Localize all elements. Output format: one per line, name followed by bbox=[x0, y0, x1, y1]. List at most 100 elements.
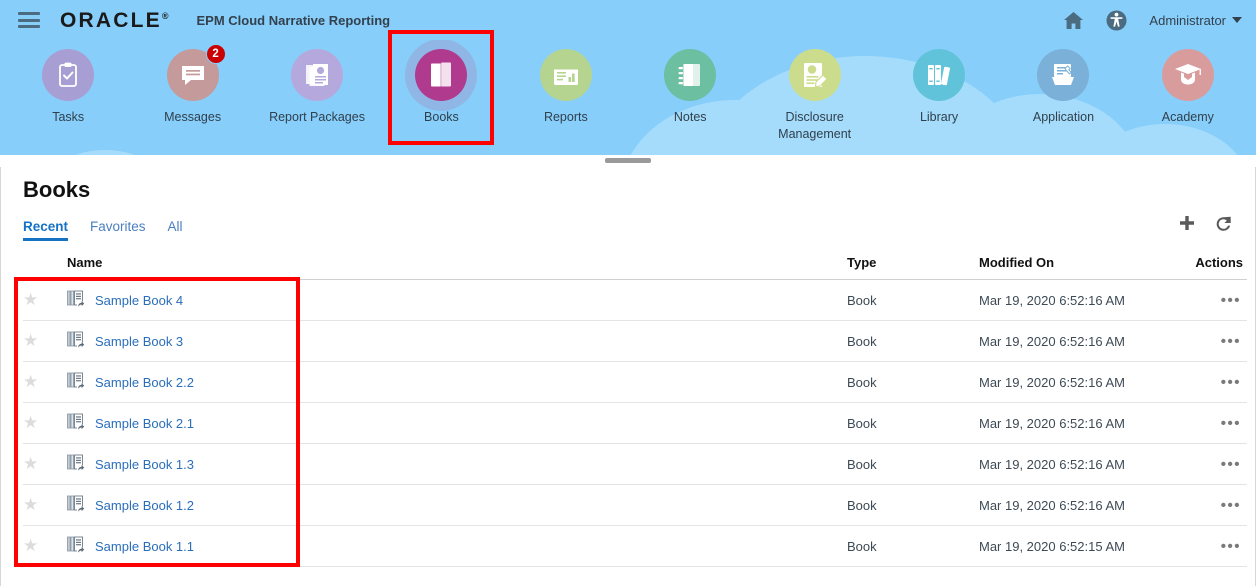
row-actions-menu-button[interactable]: ••• bbox=[1221, 415, 1241, 432]
book-name-link[interactable]: Sample Book 1.2 bbox=[95, 498, 194, 513]
nav-item-list: Tasks 2 Messages Report Packages Books R… bbox=[0, 40, 1256, 155]
type-cell: Book bbox=[847, 361, 979, 403]
type-cell: Book bbox=[847, 484, 979, 526]
add-button[interactable] bbox=[1178, 215, 1196, 233]
table-row[interactable]: ★ Sample Book 1.3 Book Mar 19, 2020 6:52… bbox=[23, 443, 1247, 485]
tab-recent[interactable]: Recent bbox=[23, 219, 69, 241]
table-row[interactable]: ★ Sample Book 2.2 Book Mar 19, 2020 6:52… bbox=[23, 361, 1247, 403]
favorite-cell: ★ bbox=[23, 484, 67, 526]
row-actions-menu-button[interactable]: ••• bbox=[1221, 333, 1241, 350]
row-actions-menu-button[interactable]: ••• bbox=[1221, 497, 1241, 514]
actions-cell: ••• bbox=[1175, 484, 1247, 526]
report-page-icon bbox=[539, 49, 592, 101]
actions-cell: ••• bbox=[1175, 525, 1247, 567]
oracle-logo: ORACLE® bbox=[60, 10, 169, 31]
refresh-button[interactable] bbox=[1214, 215, 1233, 233]
nav-item-application[interactable]: Application bbox=[1001, 40, 1125, 126]
book-shortcut-icon bbox=[67, 290, 86, 311]
book-shortcut-icon bbox=[67, 536, 86, 557]
panel-drag-zone bbox=[0, 155, 1256, 167]
panel-drag-handle[interactable] bbox=[605, 158, 651, 163]
table-header-row: Name Type Modified On Actions bbox=[23, 255, 1247, 280]
column-header-actions: Actions bbox=[1175, 255, 1247, 280]
notification-badge: 2 bbox=[205, 44, 226, 64]
nav-item-tasks[interactable]: Tasks bbox=[6, 40, 130, 126]
nav-item-messages[interactable]: 2 Messages bbox=[130, 40, 254, 126]
favorite-star-icon[interactable]: ★ bbox=[23, 372, 38, 392]
name-cell: Sample Book 3 bbox=[67, 320, 847, 362]
favorite-cell: ★ bbox=[23, 525, 67, 567]
registered-mark: ® bbox=[161, 10, 169, 21]
nav-item-books[interactable]: Books bbox=[379, 40, 503, 126]
nav-item-label: Application bbox=[1032, 110, 1095, 124]
row-actions-menu-button[interactable]: ••• bbox=[1221, 538, 1241, 555]
column-header-modified-on: Modified On bbox=[979, 255, 1175, 280]
nav-item-label: Academy bbox=[1161, 110, 1214, 124]
actions-cell: ••• bbox=[1175, 361, 1247, 403]
books-toolbar bbox=[1178, 215, 1233, 233]
speech-bubble-icon: 2 bbox=[166, 44, 226, 101]
name-cell: Sample Book 1.2 bbox=[67, 484, 847, 526]
favorite-star-icon[interactable]: ★ bbox=[23, 290, 38, 310]
tab-favorites[interactable]: Favorites bbox=[90, 219, 146, 241]
type-cell: Book bbox=[847, 402, 979, 444]
name-cell: Sample Book 1.3 bbox=[67, 443, 847, 485]
oracle-wordmark: ORACLE bbox=[60, 8, 162, 32]
accessibility-icon[interactable] bbox=[1106, 10, 1127, 31]
modified-on-cell: Mar 19, 2020 6:52:15 AM bbox=[979, 525, 1175, 567]
table-row[interactable]: ★ Sample Book 1.1 Book Mar 19, 2020 6:52… bbox=[23, 525, 1247, 567]
row-actions-menu-button[interactable]: ••• bbox=[1221, 292, 1241, 309]
book-name-link[interactable]: Sample Book 2.1 bbox=[95, 416, 194, 431]
table-row[interactable]: ★ Sample Book 4 Book Mar 19, 2020 6:52:1… bbox=[23, 279, 1247, 321]
column-header-favorite bbox=[23, 255, 67, 280]
actions-cell: ••• bbox=[1175, 320, 1247, 362]
app-header: ORACLE® EPM Cloud Narrative Reporting Ad… bbox=[0, 0, 1256, 40]
home-icon[interactable] bbox=[1063, 11, 1084, 30]
column-header-name: Name bbox=[67, 255, 847, 280]
book-name-link[interactable]: Sample Book 1.1 bbox=[95, 539, 194, 554]
row-actions-menu-button[interactable]: ••• bbox=[1221, 456, 1241, 473]
books-table-body: ★ Sample Book 4 Book Mar 19, 2020 6:52:1… bbox=[23, 279, 1247, 567]
user-menu[interactable]: Administrator bbox=[1149, 13, 1242, 28]
application-gear-icon bbox=[1037, 49, 1090, 101]
name-cell: Sample Book 2.1 bbox=[67, 402, 847, 444]
name-cell: Sample Book 2.2 bbox=[67, 361, 847, 403]
favorite-cell: ★ bbox=[23, 361, 67, 403]
book-shortcut-icon bbox=[67, 331, 86, 352]
book-name-link[interactable]: Sample Book 3 bbox=[95, 334, 183, 349]
hamburger-menu-icon[interactable] bbox=[18, 12, 40, 28]
nav-item-disclosure-management[interactable]: Disclosure Management bbox=[752, 40, 876, 143]
nav-item-library[interactable]: Library bbox=[877, 40, 1001, 126]
books-tabs: Recent Favorites All bbox=[23, 219, 1233, 241]
modified-on-cell: Mar 19, 2020 6:52:16 AM bbox=[979, 443, 1175, 485]
nav-item-label: Books bbox=[424, 110, 459, 124]
table-row[interactable]: ★ Sample Book 3 Book Mar 19, 2020 6:52:1… bbox=[23, 320, 1247, 362]
favorite-cell: ★ bbox=[23, 279, 67, 321]
book-name-link[interactable]: Sample Book 4 bbox=[95, 293, 183, 308]
notebook-icon bbox=[664, 49, 717, 101]
books-icon bbox=[415, 49, 468, 101]
tab-all[interactable]: All bbox=[168, 219, 183, 241]
nav-item-reports[interactable]: Reports bbox=[504, 40, 628, 126]
book-name-link[interactable]: Sample Book 2.2 bbox=[95, 375, 194, 390]
book-shortcut-icon bbox=[67, 454, 86, 475]
table-row[interactable]: ★ Sample Book 2.1 Book Mar 19, 2020 6:52… bbox=[23, 402, 1247, 444]
nav-item-label: Reports bbox=[543, 110, 588, 124]
modified-on-cell: Mar 19, 2020 6:52:16 AM bbox=[979, 320, 1175, 362]
favorite-cell: ★ bbox=[23, 402, 67, 444]
nav-item-label: Disclosure Management bbox=[778, 110, 852, 141]
row-actions-menu-button[interactable]: ••• bbox=[1221, 374, 1241, 391]
modified-on-cell: Mar 19, 2020 6:52:16 AM bbox=[979, 361, 1175, 403]
favorite-star-icon[interactable]: ★ bbox=[23, 495, 38, 515]
favorite-star-icon[interactable]: ★ bbox=[23, 536, 38, 556]
nav-item-academy[interactable]: Academy bbox=[1126, 40, 1250, 126]
favorite-star-icon[interactable]: ★ bbox=[23, 331, 38, 351]
favorite-star-icon[interactable]: ★ bbox=[23, 413, 38, 433]
clipboard-check-icon bbox=[42, 49, 95, 101]
book-name-link[interactable]: Sample Book 1.3 bbox=[95, 457, 194, 472]
table-row[interactable]: ★ Sample Book 1.2 Book Mar 19, 2020 6:52… bbox=[23, 484, 1247, 526]
nav-item-notes[interactable]: Notes bbox=[628, 40, 752, 126]
nav-item-report-packages[interactable]: Report Packages bbox=[255, 40, 379, 126]
favorite-star-icon[interactable]: ★ bbox=[23, 454, 38, 474]
modified-on-cell: Mar 19, 2020 6:52:16 AM bbox=[979, 484, 1175, 526]
